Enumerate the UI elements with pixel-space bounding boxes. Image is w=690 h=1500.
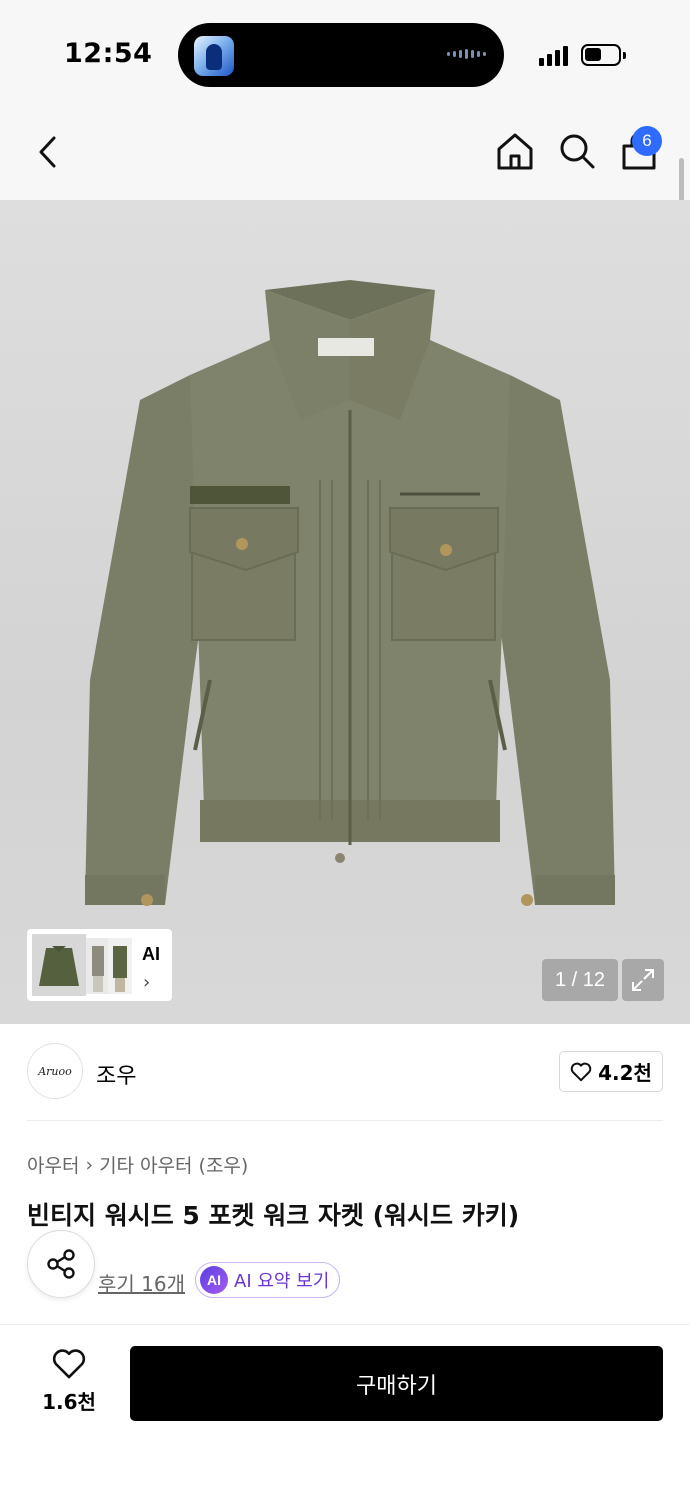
thumbnail-image-2[interactable] [86, 938, 108, 994]
product-image-gallery[interactable] [0, 200, 690, 1024]
thumbnail-image-3[interactable] [108, 938, 132, 994]
breadcrumb-subcategory[interactable]: 기타 아우터 (조우) [99, 1151, 248, 1178]
wishlist-button[interactable]: 1.6천 [40, 1348, 98, 1415]
expand-button[interactable] [622, 959, 664, 1001]
review-link[interactable]: 후기 16개 [98, 1268, 185, 1297]
ai-summary-button[interactable]: AI AI 요약 보기 [195, 1262, 341, 1298]
now-playing-artwork [194, 36, 234, 76]
audio-wave-icon [447, 49, 486, 59]
ai-summary-label: AI 요약 보기 [234, 1271, 330, 1292]
brand-like-button[interactable]: 4.2천 [559, 1051, 663, 1092]
product-image-jacket [85, 280, 615, 906]
cart-count-badge: 6 [632, 126, 662, 156]
thumbnail-jacket-image [39, 946, 79, 986]
thumbnail-model-image [113, 946, 127, 992]
share-icon [47, 1249, 75, 1279]
heart-icon [570, 1062, 592, 1081]
battery-icon [581, 44, 626, 66]
top-nav [0, 100, 690, 200]
thumbnail-model-image [92, 946, 104, 992]
breadcrumb-separator-icon: › [85, 1153, 94, 1176]
product-title: 빈티지 워시드 5 포켓 워크 자켓 (워시드 카키) [27, 1201, 520, 1230]
cellular-signal-icon [539, 44, 568, 66]
breadcrumb-category[interactable]: 아우터 [27, 1151, 79, 1178]
share-button[interactable] [27, 1230, 95, 1298]
divider [27, 1120, 663, 1121]
buy-button[interactable]: 구매하기 [130, 1346, 663, 1421]
dynamic-island[interactable] [178, 23, 504, 87]
search-icon[interactable] [556, 130, 598, 172]
wishlist-count: 1.6천 [42, 1390, 96, 1414]
heart-icon [52, 1349, 86, 1379]
ai-thumbnail-label[interactable]: AI [142, 944, 160, 965]
brand-like-count: 4.2천 [598, 1061, 652, 1085]
ai-badge-icon: AI [200, 1266, 228, 1294]
expand-icon [632, 969, 654, 991]
thumbnail-image-1[interactable] [32, 934, 86, 996]
status-bar: 12:54 [0, 0, 690, 100]
breadcrumb: 아우터 › 기타 아우터 (조우) [27, 1151, 248, 1178]
home-icon[interactable] [494, 130, 536, 172]
status-time: 12:54 [64, 38, 153, 69]
brand-name[interactable]: 조우 [96, 1058, 136, 1090]
image-page-counter: 1 / 12 [542, 959, 618, 1001]
brand-logo[interactable]: Aruoo [27, 1043, 83, 1099]
back-icon[interactable] [30, 130, 70, 174]
chevron-right-icon[interactable]: › [143, 972, 150, 993]
